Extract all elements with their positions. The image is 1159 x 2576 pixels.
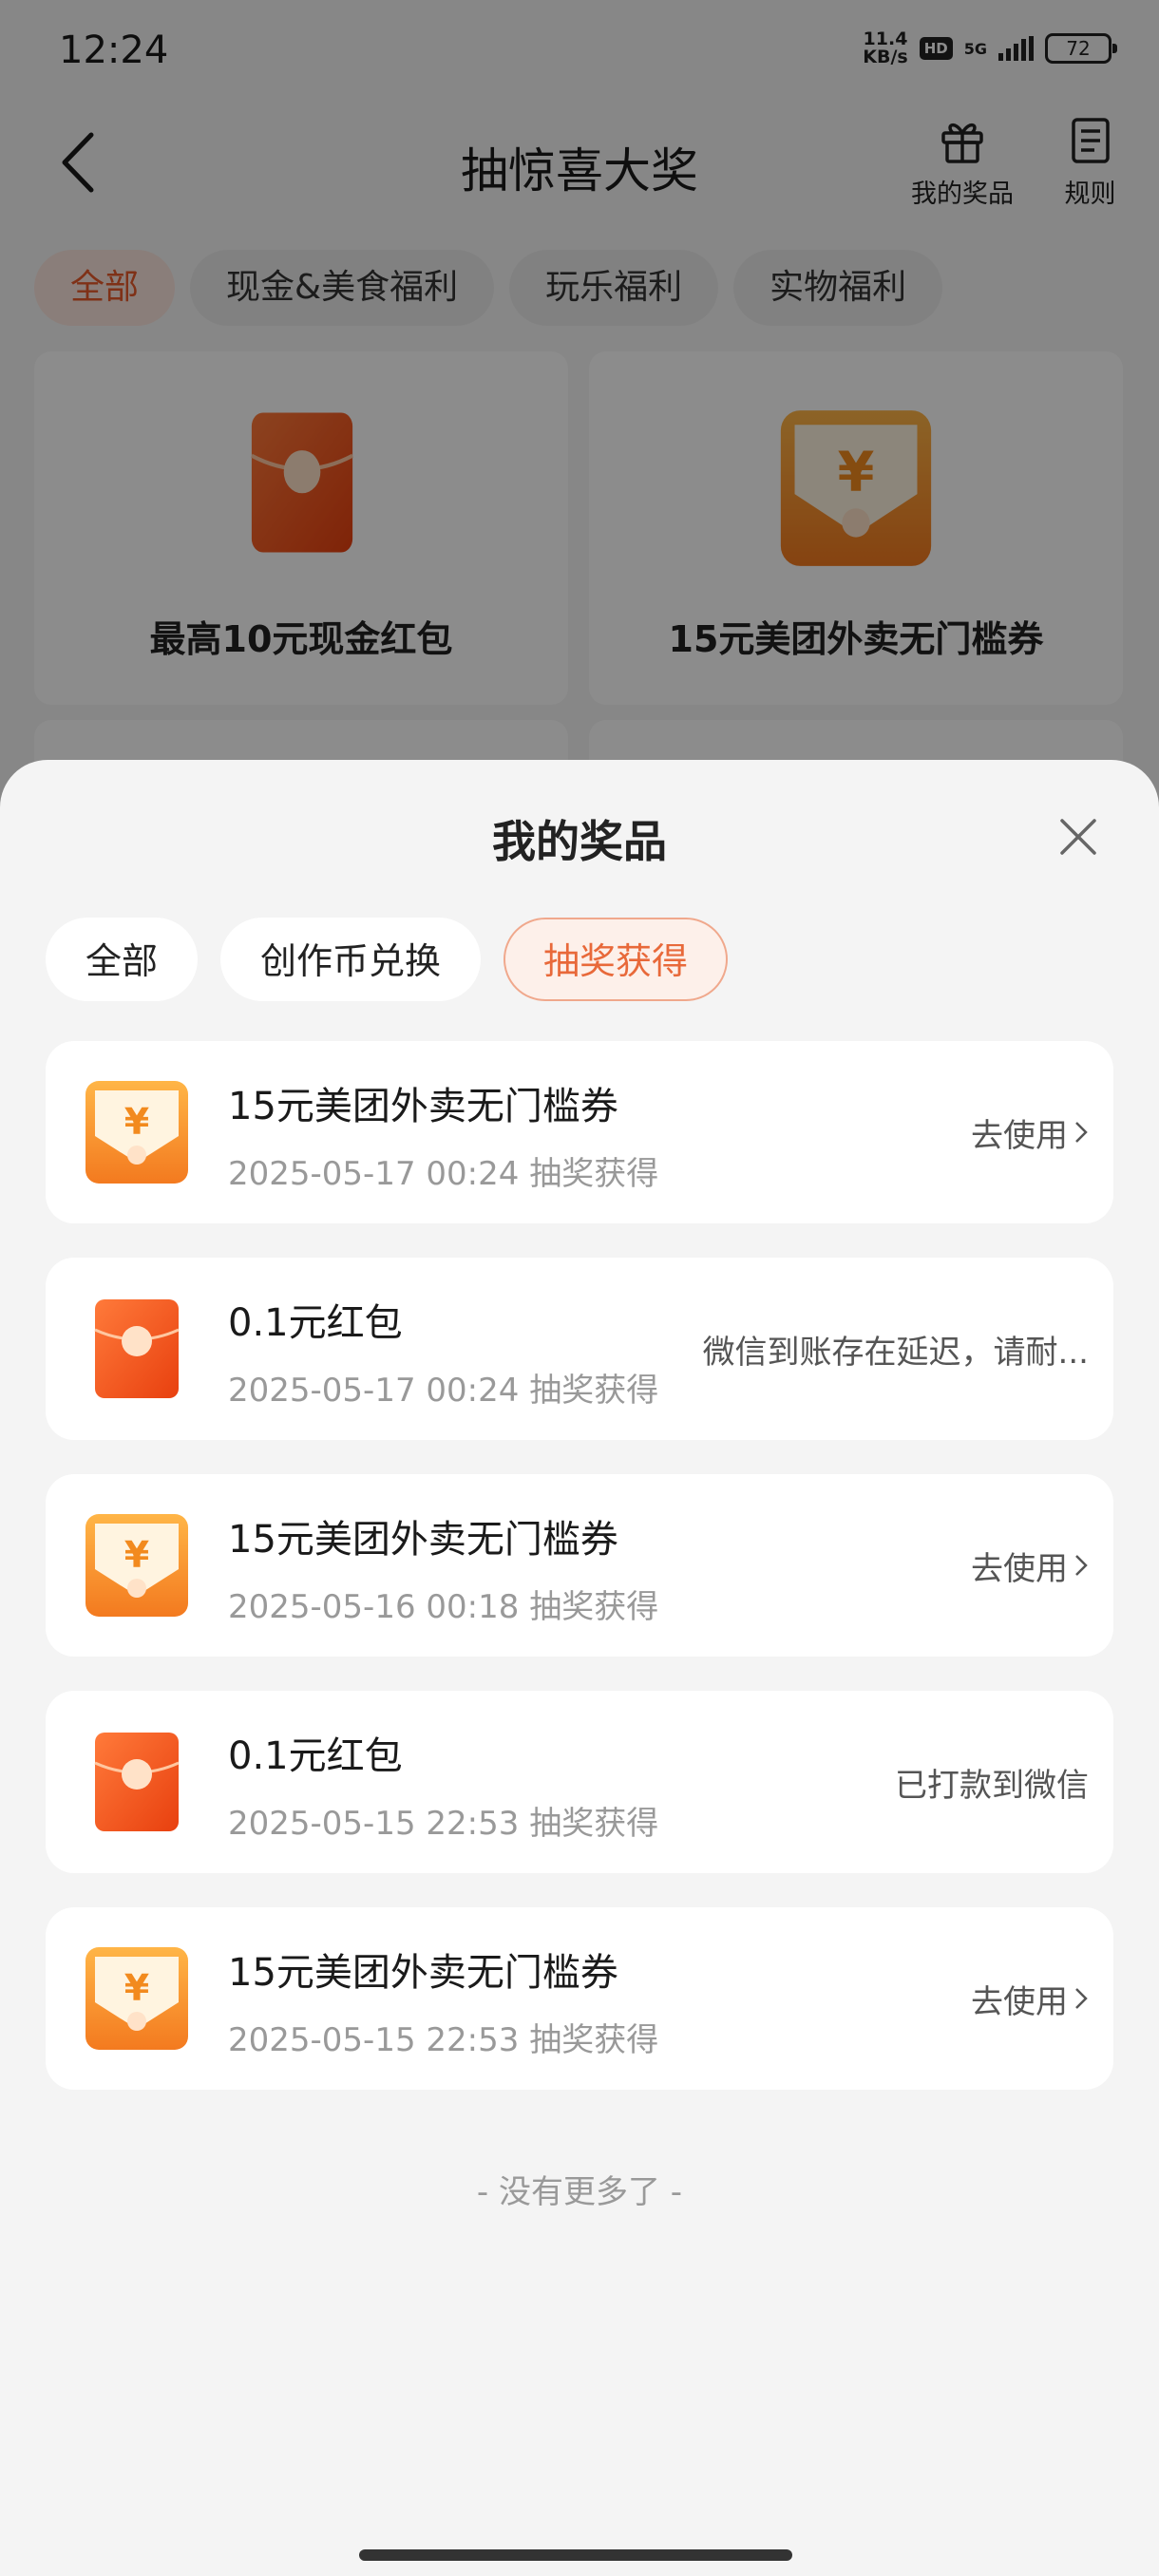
list-item[interactable]: 0.1元红包 2025-05-17 00:24 抽奖获得 微信到账存在延迟，请耐… [46, 1258, 1113, 1440]
prize-date: 2025-05-17 00:24 抽奖获得 [228, 1155, 659, 1193]
coupon-envelope-icon [82, 1510, 192, 1620]
filter-tab-coin-exchange[interactable]: 创作币兑换 [220, 918, 482, 1001]
prize-name: 15元美团外卖无门槛券 [228, 1085, 618, 1128]
filter-tab-lottery[interactable]: 抽奖获得 [504, 918, 729, 1001]
home-indicator[interactable] [359, 2549, 792, 2561]
filter-tab-all[interactable]: 全部 [46, 918, 199, 1001]
prize-status: 已打款到微信 [895, 1691, 1089, 1873]
prize-name: 15元美团外卖无门槛券 [228, 1518, 618, 1562]
prize-list: 15元美团外卖无门槛券 2025-05-17 00:24 抽奖获得 去使用 0.… [46, 1041, 1113, 2124]
list-item[interactable]: 0.1元红包 2025-05-15 22:53 抽奖获得 已打款到微信 [46, 1691, 1113, 1873]
list-item[interactable]: 15元美团外卖无门槛券 2025-05-15 22:53 抽奖获得 去使用 [46, 1907, 1113, 2090]
list-end-text: - 没有更多了 - [476, 2173, 683, 2211]
prize-status-label: 微信到账存在延迟，请耐... [702, 1333, 1089, 1372]
use-button[interactable]: 去使用 [971, 1907, 1089, 2090]
prize-name: 0.1元红包 [228, 1301, 403, 1345]
prize-date: 2025-05-15 22:53 抽奖获得 [228, 1805, 659, 1843]
list-item[interactable]: 15元美团外卖无门槛券 2025-05-17 00:24 抽奖获得 去使用 [46, 1041, 1113, 1223]
list-item[interactable]: 15元美团外卖无门槛券 2025-05-16 00:18 抽奖获得 去使用 [46, 1474, 1113, 1657]
prize-date: 2025-05-15 22:53 抽奖获得 [228, 2021, 659, 2059]
close-icon[interactable] [1054, 813, 1102, 861]
chevron-right-icon [1075, 1988, 1088, 2009]
use-button-label: 去使用 [971, 1549, 1068, 1588]
coupon-envelope-icon [82, 1943, 192, 2054]
prize-name: 0.1元红包 [228, 1734, 403, 1778]
prize-status-label: 已打款到微信 [895, 1766, 1089, 1805]
prize-name: 15元美团外卖无门槛券 [228, 1951, 618, 1995]
chevron-right-icon [1075, 1555, 1088, 1576]
sheet-title: 我的奖品 [492, 816, 667, 867]
my-prizes-sheet: 我的奖品 全部 创作币兑换 抽奖获得 15元美团外卖无门槛券 2025-05-1… [0, 760, 1159, 2576]
use-button[interactable]: 去使用 [971, 1474, 1089, 1657]
use-button-label: 去使用 [971, 1982, 1068, 2021]
red-envelope-icon [82, 1294, 192, 1404]
use-button[interactable]: 去使用 [971, 1041, 1089, 1223]
coupon-envelope-icon [82, 1077, 192, 1187]
prize-status: 微信到账存在延迟，请耐... [703, 1258, 1089, 1440]
use-button-label: 去使用 [971, 1116, 1068, 1155]
chevron-right-icon [1075, 1122, 1088, 1143]
prize-date: 2025-05-16 00:18 抽奖获得 [228, 1588, 659, 1626]
red-envelope-icon [82, 1727, 192, 1837]
filter-tabs: 全部 创作币兑换 抽奖获得 [46, 918, 729, 1001]
prize-date: 2025-05-17 00:24 抽奖获得 [228, 1372, 659, 1410]
